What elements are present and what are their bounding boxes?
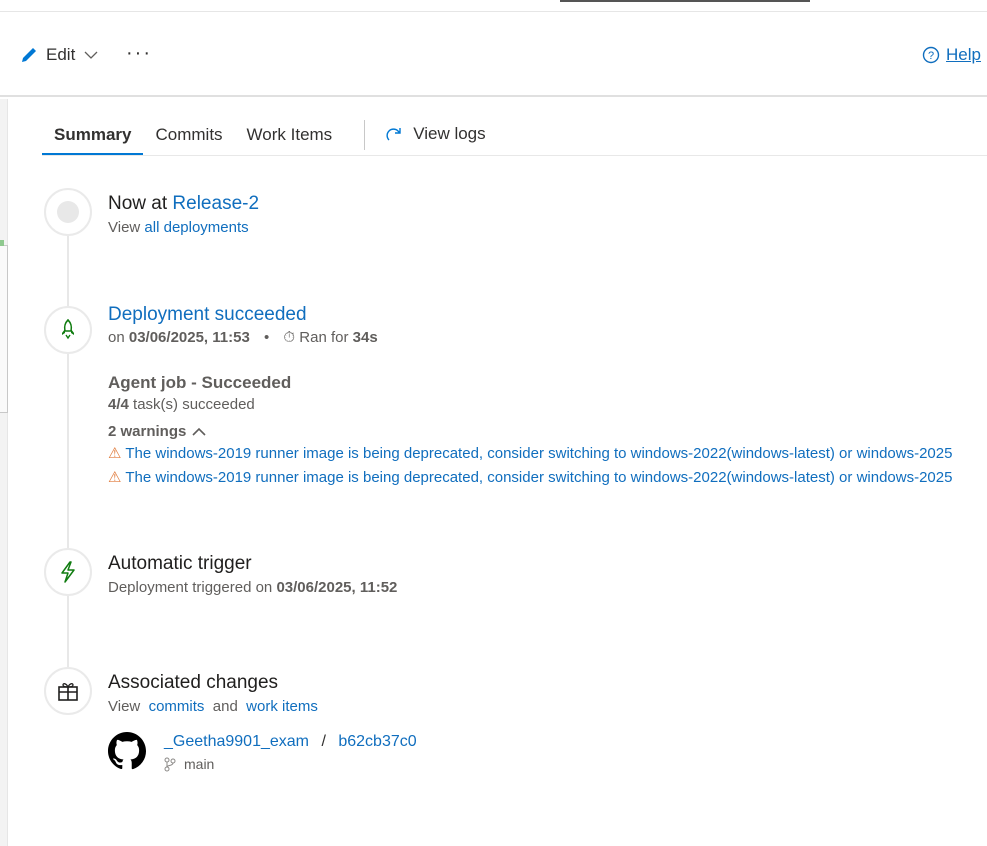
timeline-node-changes <box>44 667 92 715</box>
help-link[interactable]: ? Help <box>922 45 981 65</box>
tab-summary[interactable]: Summary <box>42 118 144 155</box>
view-logs-button[interactable]: View logs <box>385 118 486 144</box>
deployment-section: Deployment succeeded on 03/06/2025, 11:5… <box>108 304 987 486</box>
timeline-node-trigger <box>44 548 92 596</box>
github-avatar <box>108 732 147 775</box>
chevron-down-icon <box>84 51 98 59</box>
commit-link[interactable]: b62cb37c0 <box>338 733 416 750</box>
warning-item[interactable]: ⚠ The windows-2019 runner image is being… <box>108 468 987 486</box>
top-scroll-indicator <box>560 0 810 2</box>
toolbar: Edit ··· ? Help <box>0 12 987 97</box>
redo-arrow-icon <box>386 128 401 141</box>
rocket-icon <box>62 318 74 340</box>
gift-icon <box>58 683 78 701</box>
left-panel-edge <box>0 99 8 846</box>
work-items-link[interactable]: work items <box>246 698 318 715</box>
job-title: Agent job - Succeeded <box>108 373 292 392</box>
deployment-status-link[interactable]: Deployment succeeded <box>108 304 987 326</box>
svg-text:?: ? <box>928 50 934 62</box>
lightning-icon <box>61 561 75 583</box>
pencil-icon <box>22 48 36 62</box>
repo-link[interactable]: _Geetha9901_exam <box>164 733 309 750</box>
edit-button[interactable]: Edit <box>20 45 99 65</box>
left-panel-box <box>0 245 8 413</box>
help-icon: ? <box>922 46 940 64</box>
warning-icon: ⚠ <box>108 445 122 462</box>
commits-link[interactable]: commits <box>149 698 205 715</box>
release-link[interactable]: Release-2 <box>172 193 259 214</box>
more-options-button[interactable]: ··· <box>126 42 152 65</box>
tab-bar: Summary Commits Work Items View logs <box>42 118 987 156</box>
timeline-node-current <box>44 188 92 236</box>
repo-info: _Geetha9901_exam / b62cb37c0 main <box>164 733 417 772</box>
chevron-up-icon <box>192 427 206 436</box>
branch-icon <box>164 757 176 771</box>
trigger-section: Automatic trigger Deployment triggered o… <box>108 553 398 596</box>
timeline-node-deployment <box>44 306 92 354</box>
timer-icon: ⏱ <box>283 329 296 346</box>
tab-commits[interactable]: Commits <box>143 118 234 155</box>
warning-icon: ⚠ <box>108 469 122 486</box>
changes-section: Associated changes View commits and work… <box>108 672 318 715</box>
status-circle-icon <box>57 201 79 223</box>
warning-item[interactable]: ⚠ The windows-2019 runner image is being… <box>108 444 987 462</box>
github-icon <box>108 732 147 770</box>
tab-separator <box>364 120 366 150</box>
warnings-toggle[interactable]: 2 warnings <box>108 423 987 440</box>
left-panel-marker <box>0 240 4 246</box>
all-deployments-link[interactable]: all deployments <box>144 219 248 236</box>
timeline-rail <box>67 235 69 685</box>
now-at-section: Now at Release-2 View all deployments <box>108 193 260 236</box>
tab-work-items[interactable]: Work Items <box>235 118 345 155</box>
